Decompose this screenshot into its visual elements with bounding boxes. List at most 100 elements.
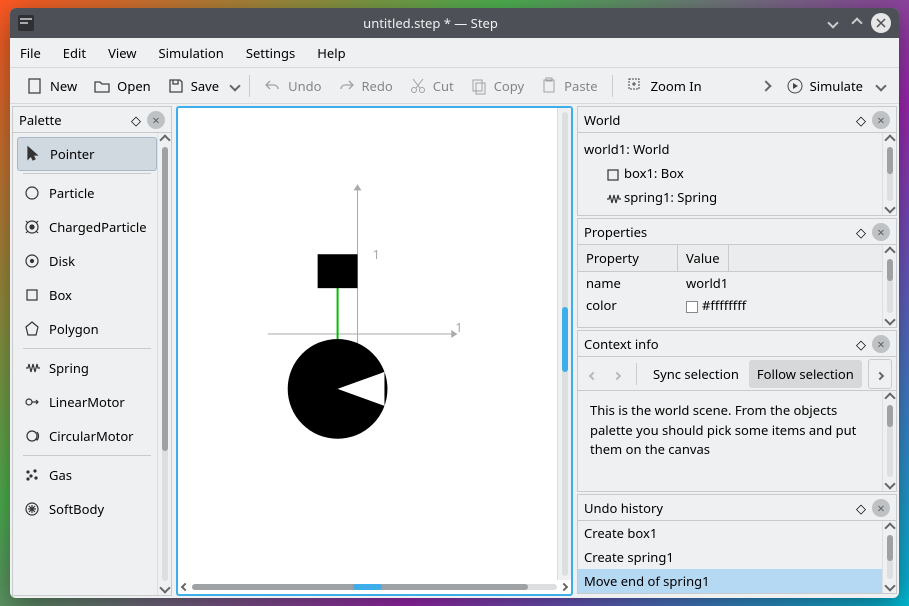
menu-view[interactable]: View [108, 44, 136, 62]
palette-scrollbar[interactable] [157, 133, 171, 595]
close-icon[interactable]: × [872, 499, 890, 517]
gas-icon [23, 466, 41, 484]
close-icon[interactable]: × [147, 111, 165, 129]
palette-item-label: Box [49, 286, 72, 304]
simulate-dropdown-icon[interactable] [875, 80, 886, 91]
toolbar-overflow-button[interactable] [754, 78, 778, 94]
palette-item-circularmotor[interactable]: CircularMotor [17, 419, 157, 453]
world-panel: World ◇ × world1: Worldbox1: Boxspring1:… [577, 106, 897, 216]
menu-settings[interactable]: Settings [246, 44, 295, 62]
diamond-icon[interactable]: ◇ [852, 499, 870, 517]
save-icon [167, 77, 185, 95]
palette-item-spring[interactable]: Spring [17, 351, 157, 385]
context-scrollbar[interactable] [882, 391, 896, 491]
world-scrollbar[interactable] [882, 133, 896, 215]
menu-edit[interactable]: Edit [63, 44, 86, 62]
canvas-vscrollbar[interactable] [557, 108, 571, 580]
spring-icon [604, 190, 618, 204]
palette-item-label: Spring [49, 359, 89, 377]
palette-item-softbody[interactable]: SoftBody [17, 492, 157, 526]
menu-simulation[interactable]: Simulation [159, 44, 224, 62]
window-title: untitled.step * — Step [42, 14, 819, 32]
scroll-right-icon[interactable] [560, 583, 568, 591]
diamond-icon[interactable]: ◇ [852, 335, 870, 353]
close-icon[interactable]: × [872, 223, 890, 241]
menu-file[interactable]: File [20, 44, 41, 62]
maximize-button[interactable] [847, 13, 867, 33]
world-tree[interactable]: world1: Worldbox1: Boxspring1: Spring [578, 133, 882, 215]
undo-header[interactable]: Undo history ◇ × [578, 495, 896, 521]
copy-button[interactable]: Copy [462, 73, 532, 99]
canvas-area[interactable]: 1 1 [176, 106, 573, 596]
palette-item-particle[interactable]: Particle [17, 176, 157, 210]
save-button[interactable]: Save [159, 73, 227, 99]
context-panel: Context info ◇ × Sync selection Follow s… [577, 330, 897, 492]
right-panels: World ◇ × world1: Worldbox1: Boxspring1:… [577, 106, 897, 596]
palette-item-box[interactable]: Box [17, 278, 157, 312]
sync-selection-button[interactable]: Sync selection [645, 360, 747, 388]
paste-button[interactable]: Paste [532, 73, 605, 99]
palette-list: Pointer ParticleChargedParticle Disk Box Pol… [13, 133, 157, 595]
properties-scrollbar[interactable] [882, 245, 896, 327]
properties-table[interactable]: Property Value nameworld1color#ffffffff [578, 245, 882, 327]
palette-item-linearmotor[interactable]: LinearMotor [17, 385, 157, 419]
world-tree-item[interactable]: world1: World [578, 137, 882, 161]
palette-item-disk[interactable]: Disk [17, 244, 157, 278]
context-overflow-button[interactable] [868, 359, 892, 389]
property-row[interactable]: color#ffffffff [578, 294, 882, 316]
scroll-down-icon[interactable] [161, 581, 169, 595]
context-forward-button[interactable] [606, 360, 628, 388]
save-dropdown-icon[interactable] [229, 80, 240, 91]
open-button[interactable]: Open [85, 73, 159, 99]
close-icon[interactable]: × [872, 335, 890, 353]
context-header[interactable]: Context info ◇ × [578, 331, 896, 357]
world-tree-item[interactable]: box1: Box [578, 161, 882, 185]
palette-separator [23, 173, 151, 174]
property-row[interactable]: nameworld1 [578, 272, 882, 294]
play-icon [786, 77, 804, 95]
undo-button[interactable]: Undo [256, 73, 329, 99]
world-tree-item[interactable]: spring1: Spring [578, 185, 882, 209]
palette-item-chargedparticle[interactable]: ChargedParticle [17, 210, 157, 244]
polygon-icon [23, 320, 41, 338]
scroll-up-icon[interactable] [161, 133, 169, 147]
diamond-icon[interactable]: ◇ [852, 223, 870, 241]
diamond-icon[interactable]: ◇ [852, 111, 870, 129]
new-button[interactable]: New [18, 73, 85, 99]
context-text: This is the world scene. From the object… [578, 391, 882, 491]
palette-item-polygon[interactable]: Polygon [17, 312, 157, 346]
redo-button[interactable]: Redo [329, 73, 400, 99]
redo-icon [337, 77, 355, 95]
palette-item-gas[interactable]: Gas [17, 458, 157, 492]
undo-list[interactable]: Create box1Create spring1Move end of spr… [578, 521, 882, 593]
undo-scrollbar[interactable] [882, 521, 896, 593]
follow-selection-button[interactable]: Follow selection [749, 360, 862, 388]
undo-item[interactable]: Move end of spring1 [578, 569, 882, 593]
scroll-left-icon[interactable] [181, 583, 189, 591]
undo-item[interactable]: Create box1 [578, 521, 882, 545]
close-icon[interactable]: × [872, 111, 890, 129]
zoom-in-button[interactable]: Zoom In [619, 73, 710, 99]
palette-item-label: Polygon [49, 320, 99, 338]
canvas[interactable]: 1 1 [178, 108, 557, 580]
properties-header[interactable]: Properties ◇ × [578, 219, 896, 245]
palette-item-label: Disk [49, 252, 75, 270]
cut-button[interactable]: Cut [401, 73, 462, 99]
minimize-button[interactable] [823, 13, 843, 33]
circularmotor-icon [23, 427, 41, 445]
close-button[interactable] [871, 13, 891, 33]
toolbar: New Open Save Undo Redo Cut Copy Paste Z… [10, 68, 899, 104]
titlebar[interactable]: untitled.step * — Step [10, 8, 899, 38]
menu-help[interactable]: Help [317, 44, 345, 62]
palette-item-pointer[interactable]: Pointer [17, 137, 157, 171]
palette-separator [23, 348, 151, 349]
world-header[interactable]: World ◇ × [578, 107, 896, 133]
canvas-hscrollbar[interactable] [178, 580, 571, 594]
undo-item[interactable]: Create spring1 [578, 545, 882, 569]
palette-header[interactable]: Palette ◇ × [13, 107, 171, 133]
simulate-button[interactable]: Simulate [778, 73, 871, 99]
box-object [318, 254, 358, 288]
diamond-icon[interactable]: ◇ [127, 111, 145, 129]
context-back-button[interactable] [582, 360, 604, 388]
circle-icon [23, 184, 41, 202]
